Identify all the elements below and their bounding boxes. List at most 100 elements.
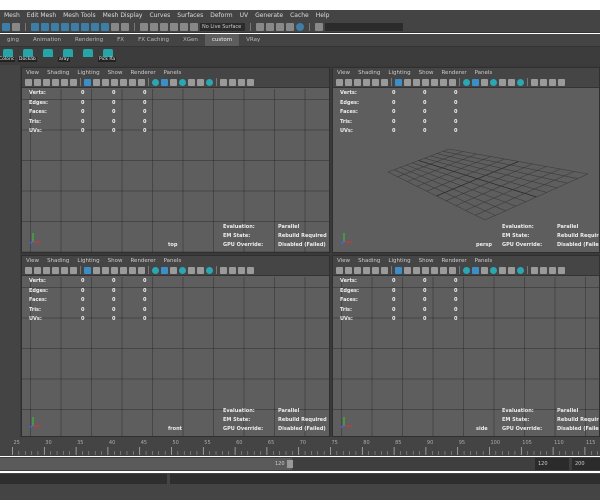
safe-title-icon[interactable] <box>449 78 456 86</box>
smooth-shade-icon[interactable] <box>161 266 168 274</box>
viewport-menu-lighting[interactable]: Lighting <box>77 258 99 264</box>
viewport-side[interactable]: View Shading Lighting Show Renderer Panels Ver… <box>332 255 600 437</box>
viewport-canvas[interactable]: Verts: 0 0 0 Edges: 0 0 0 Faces: 0 0 0 Tris: 0 0 0 UVs: 0… <box>22 277 329 436</box>
viewport-menu-show[interactable]: Show <box>108 258 123 264</box>
camera-attr-icon[interactable] <box>34 266 41 274</box>
magnet-icon[interactable] <box>160 22 168 31</box>
camera-icon[interactable] <box>336 266 343 274</box>
bookmark-icon[interactable] <box>43 266 50 274</box>
menu-2[interactable]: Mesh Tools <box>63 12 95 19</box>
lock-icon[interactable] <box>111 22 119 31</box>
viewport-top[interactable]: View Shading Lighting Show Renderer Panels Ver… <box>21 67 330 253</box>
image-plane-icon[interactable] <box>363 78 370 86</box>
ipr-render-icon[interactable] <box>276 22 284 31</box>
command-input[interactable] <box>0 474 167 484</box>
wireframe-icon[interactable] <box>152 78 159 86</box>
viewport-menu-show[interactable]: Show <box>419 258 434 264</box>
time-slider[interactable]: 25 30 35 40 45 50 55 60 65 70 75 80 85 90 95 100 105 110 1… <box>0 437 600 456</box>
shelf-button[interactable] <box>82 49 94 64</box>
viewport-menu-renderer[interactable]: Renderer <box>441 258 466 264</box>
textured-icon[interactable] <box>490 266 497 274</box>
menu-9[interactable]: Cache <box>290 12 309 19</box>
smooth-shade-icon[interactable] <box>472 266 479 274</box>
snap-view-icon[interactable] <box>61 22 69 31</box>
film-gate-icon[interactable] <box>93 266 100 274</box>
viewport-menu-shading[interactable]: Shading <box>47 70 69 76</box>
grid-snap-icon[interactable] <box>372 78 379 86</box>
xray-icon[interactable] <box>540 78 547 86</box>
pencil-icon[interactable] <box>381 78 388 86</box>
viewport-menu-panels[interactable]: Panels <box>164 258 182 264</box>
pencil-icon[interactable] <box>70 78 77 86</box>
lighting-icon[interactable] <box>481 266 488 274</box>
textured-icon[interactable] <box>490 78 497 86</box>
lights-icon[interactable] <box>508 266 515 274</box>
lights-icon[interactable] <box>197 266 204 274</box>
isolate-icon[interactable] <box>220 266 227 274</box>
textured-icon[interactable] <box>179 78 186 86</box>
lights-icon[interactable] <box>508 78 515 86</box>
lighting-icon[interactable] <box>481 78 488 86</box>
shelf-tab[interactable]: XGen <box>176 34 205 46</box>
grid-snap-icon[interactable] <box>372 266 379 274</box>
safe-action-icon[interactable] <box>440 266 447 274</box>
isolate-icon[interactable] <box>220 78 227 86</box>
field-chart-icon[interactable] <box>431 266 438 274</box>
gate-mask-icon[interactable] <box>422 266 429 274</box>
camera-icon[interactable] <box>25 266 32 274</box>
viewport-menu-lighting[interactable]: Lighting <box>388 258 410 264</box>
field-chart-icon[interactable] <box>120 266 127 274</box>
menu-10[interactable]: Help <box>316 12 330 19</box>
grid-icon[interactable] <box>84 78 91 86</box>
film-gate-icon[interactable] <box>404 266 411 274</box>
range-handle[interactable] <box>287 460 293 468</box>
xray-icon[interactable] <box>540 266 547 274</box>
lights-icon[interactable] <box>197 78 204 86</box>
menu-6[interactable]: Deform <box>210 12 232 19</box>
xray-joints-icon[interactable] <box>549 266 556 274</box>
lighting-icon[interactable] <box>170 78 177 86</box>
object-mode-icon[interactable] <box>12 22 20 31</box>
bookmark-icon[interactable] <box>354 266 361 274</box>
xray-icon[interactable] <box>229 78 236 86</box>
snap-vertex-icon[interactable] <box>81 22 89 31</box>
snap-point-icon[interactable] <box>51 22 59 31</box>
shadows-icon[interactable] <box>188 266 195 274</box>
viewport-menu-shading[interactable]: Shading <box>47 258 69 264</box>
backface-icon[interactable] <box>558 78 565 86</box>
magnet-icon[interactable] <box>150 22 158 31</box>
grid-snap-icon[interactable] <box>61 266 68 274</box>
resolution-gate-icon[interactable] <box>413 266 420 274</box>
grid-snap-icon[interactable] <box>61 78 68 86</box>
shelf-tab[interactable]: custom <box>204 34 240 46</box>
isolate-icon[interactable] <box>531 266 538 274</box>
live-surface-field[interactable]: No Live Surface <box>200 22 245 31</box>
viewport-front[interactable]: View Shading Lighting Show Renderer Panels Ver… <box>21 255 330 437</box>
magnet-icon[interactable] <box>190 22 198 31</box>
ambient-occlusion-icon[interactable] <box>517 266 524 274</box>
safe-action-icon[interactable] <box>129 78 136 86</box>
history-icon[interactable] <box>121 22 129 31</box>
xray-joints-icon[interactable] <box>238 266 245 274</box>
wireframe-icon[interactable] <box>152 266 159 274</box>
ambient-occlusion-icon[interactable] <box>206 266 213 274</box>
xray-joints-icon[interactable] <box>238 78 245 86</box>
viewport-menu-panels[interactable]: Panels <box>475 258 493 264</box>
viewport-menu-renderer[interactable]: Renderer <box>130 70 155 76</box>
image-plane-icon[interactable] <box>52 266 59 274</box>
snap-grid-icon[interactable] <box>31 22 39 31</box>
pencil-icon[interactable] <box>70 266 77 274</box>
film-gate-icon[interactable] <box>404 78 411 86</box>
ambient-occlusion-icon[interactable] <box>206 78 213 86</box>
shelf-button[interactable]: aray <box>58 49 74 64</box>
shelf-tab[interactable]: FX <box>110 34 131 46</box>
hypershade-icon[interactable] <box>296 22 304 31</box>
viewport-menu-lighting[interactable]: Lighting <box>77 70 99 76</box>
viewport-menu-panels[interactable]: Panels <box>164 70 182 76</box>
resolution-gate-icon[interactable] <box>413 78 420 86</box>
viewport-menu-view[interactable]: View <box>337 70 350 76</box>
shelf-tab[interactable]: FX Caching <box>131 34 176 46</box>
range-slider[interactable]: 120 120 200 <box>0 457 600 471</box>
select-mode-icon[interactable] <box>2 22 10 31</box>
shelf-tab[interactable]: VRay <box>239 34 267 46</box>
